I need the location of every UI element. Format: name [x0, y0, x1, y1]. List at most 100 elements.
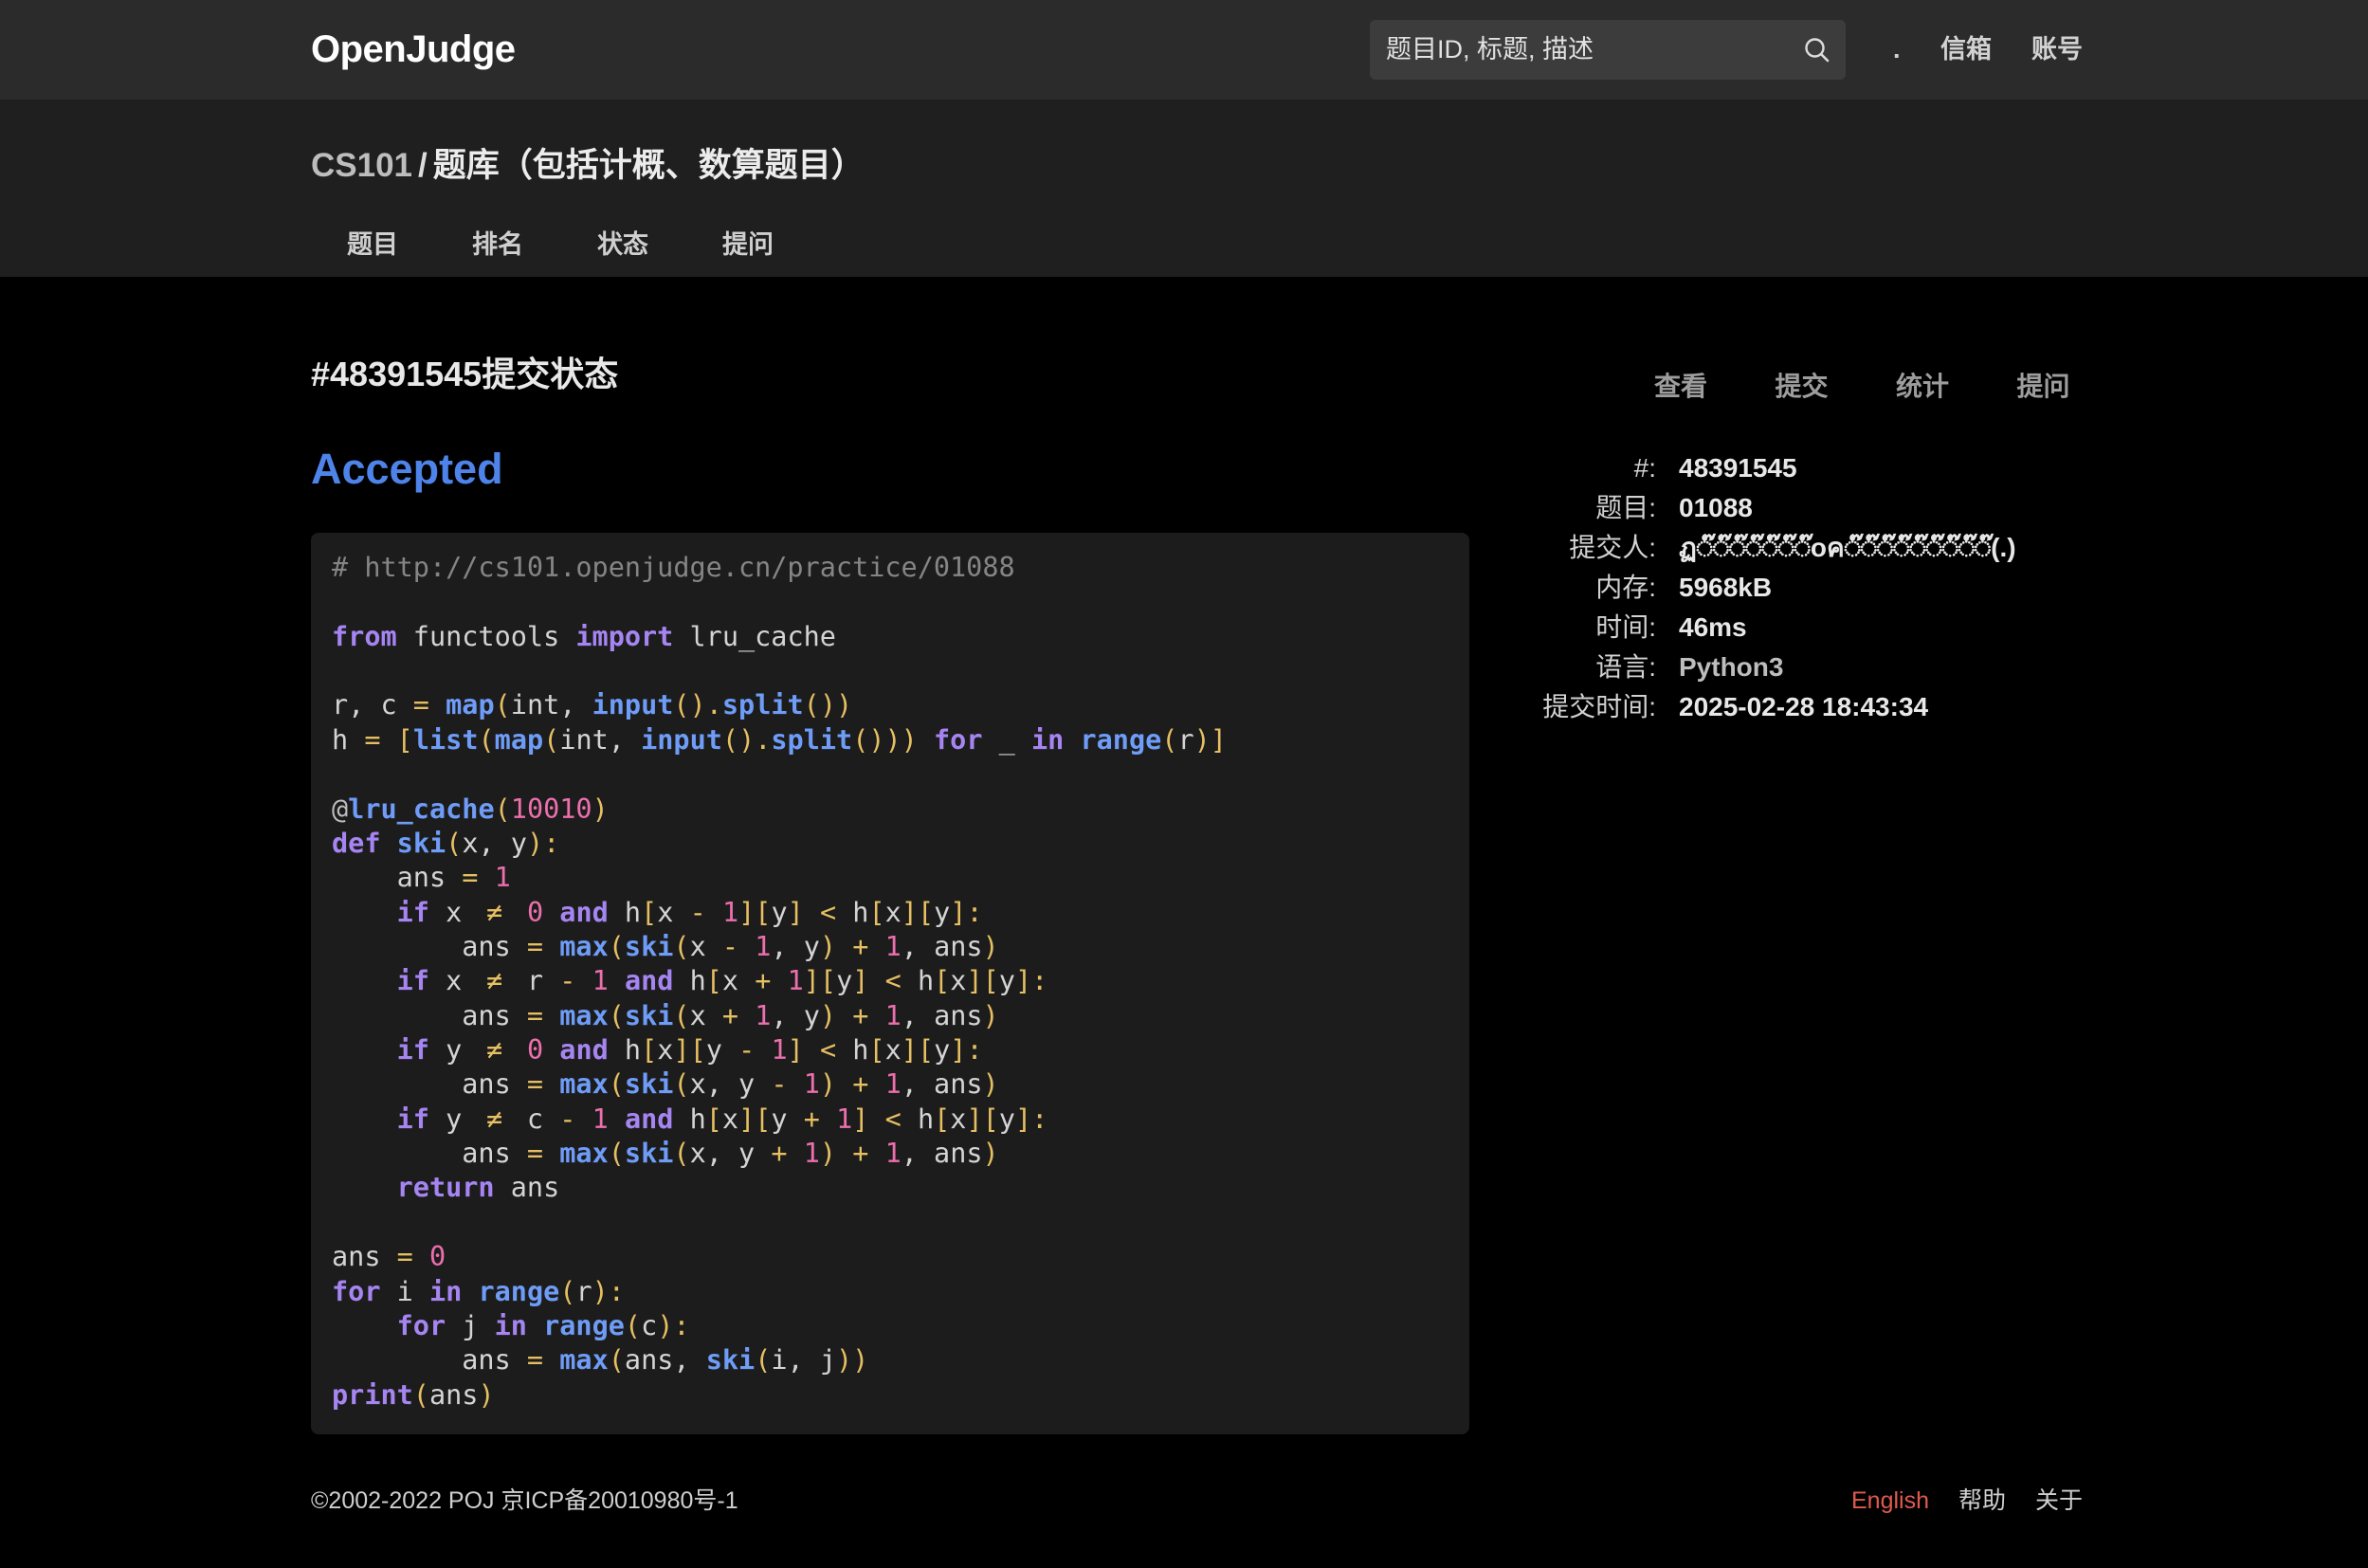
code-token: c: [510, 1103, 560, 1135]
code-token: ans: [494, 1172, 560, 1204]
tab-ranking[interactable]: 排名: [472, 226, 523, 264]
info-value-submitter[interactable]: ฏ◌๊◌๊◌๊◌๊◌๊◌๊◌๊oค◌๊◌๊◌๊◌๊◌๊◌๊◌๊◌๊◌๊(.): [1679, 528, 2016, 568]
code-token: lru_cache: [673, 620, 836, 652]
action-submit[interactable]: 提交: [1776, 368, 1829, 406]
code-token: y: [836, 965, 853, 997]
code-token: ski: [624, 1138, 674, 1170]
code-line: print(ans): [332, 1378, 1448, 1413]
code-line: for j in range(c):: [332, 1309, 1448, 1343]
breadcrumb-course[interactable]: CS101: [311, 147, 412, 184]
code-token: if: [396, 896, 429, 928]
code-token: ()): [803, 689, 853, 721]
code-token: [: [705, 1103, 722, 1135]
nav-dot[interactable]: .: [1893, 0, 1901, 100]
code-token: 1: [787, 965, 804, 997]
code-token: (: [673, 1138, 690, 1170]
code-token: def: [332, 827, 381, 859]
code-token: ): [982, 1138, 999, 1170]
code-token: ]: [787, 896, 804, 928]
code-token: max: [559, 999, 609, 1031]
code-token: y: [934, 1034, 951, 1067]
code-token: ans: [332, 930, 527, 962]
site-logo[interactable]: OpenJudge: [311, 0, 516, 100]
tab-problems[interactable]: 题目: [347, 226, 398, 264]
code-token: map: [494, 723, 544, 756]
nav-account[interactable]: 账号: [2031, 0, 2083, 100]
code-token: h: [608, 1034, 642, 1067]
code-token: in: [428, 1275, 463, 1307]
footer-link-help[interactable]: 帮助: [1958, 1484, 2006, 1518]
code-token: (: [673, 930, 690, 962]
code-token: h: [673, 965, 706, 997]
code-token: max: [559, 1068, 609, 1101]
footer-link-english[interactable]: English: [1851, 1484, 1929, 1518]
info-value-memory: 5968kB: [1679, 573, 1773, 602]
code-line: ans = max(ski(x, y + 1) + 1, ans): [332, 1137, 1448, 1171]
code-token: in: [1030, 723, 1065, 756]
code-token: , ans: [901, 930, 983, 962]
code-token: +: [803, 1103, 820, 1135]
code-token: ]:: [1014, 965, 1048, 997]
code-token: print: [332, 1378, 413, 1411]
code-token: -: [559, 965, 576, 997]
search-input[interactable]: [1370, 20, 1777, 80]
code-token: +: [852, 1068, 869, 1101]
code-token: [: [396, 723, 413, 756]
info-label-memory: 内存:: [1595, 573, 1656, 602]
code-token: c: [641, 1309, 658, 1341]
info-value-language: Python3: [1679, 652, 1784, 682]
code-token: (: [755, 1344, 772, 1377]
code-token: 1: [884, 999, 902, 1031]
code-token: (: [1161, 723, 1178, 756]
tab-status[interactable]: 状态: [597, 226, 648, 264]
action-view[interactable]: 查看: [1654, 368, 1707, 406]
code-token: ans: [332, 1241, 397, 1273]
tab-questions[interactable]: 提问: [722, 226, 774, 264]
code-token: ans,: [624, 1344, 706, 1377]
code-token: for: [332, 1275, 381, 1307]
code-token: lru_cache: [348, 793, 495, 825]
info-value-problem[interactable]: 01088: [1679, 488, 2016, 528]
code-token: -: [689, 896, 706, 928]
code-token: ):: [526, 827, 560, 859]
action-ask[interactable]: 提问: [2017, 368, 2070, 406]
code-token: h: [836, 896, 869, 928]
code-line: def ski(x, y):: [332, 827, 1448, 861]
code-token: 1: [755, 999, 772, 1031]
code-token: x: [884, 896, 902, 928]
search-box[interactable]: [1370, 20, 1846, 80]
code-token: r, c: [332, 689, 413, 721]
source-code: # http://cs101.openjudge.cn/practice/010…: [332, 551, 1448, 1413]
action-statistics[interactable]: 统计: [1896, 368, 1949, 406]
code-token: and: [624, 1103, 674, 1135]
code-token: ):: [592, 1275, 625, 1307]
code-token: 0: [526, 1034, 544, 1067]
code-token: +: [852, 930, 869, 962]
nav-inbox[interactable]: 信箱: [1940, 0, 1992, 100]
code-token: ][: [673, 1034, 706, 1067]
code-line: from functools import lru_cache: [332, 620, 1448, 654]
code-token: for: [396, 1309, 446, 1341]
code-token: range: [1080, 723, 1162, 756]
code-token: max: [559, 1138, 609, 1170]
code-token: -: [738, 1034, 756, 1067]
code-token: x: [689, 930, 722, 962]
search-icon[interactable]: [1803, 36, 1831, 64]
code-token: and: [559, 1034, 609, 1067]
code-token: y: [998, 965, 1015, 997]
code-token: ())): [852, 723, 918, 756]
footer-link-about[interactable]: 关于: [2035, 1484, 2083, 1518]
code-token: 1: [803, 1068, 820, 1101]
